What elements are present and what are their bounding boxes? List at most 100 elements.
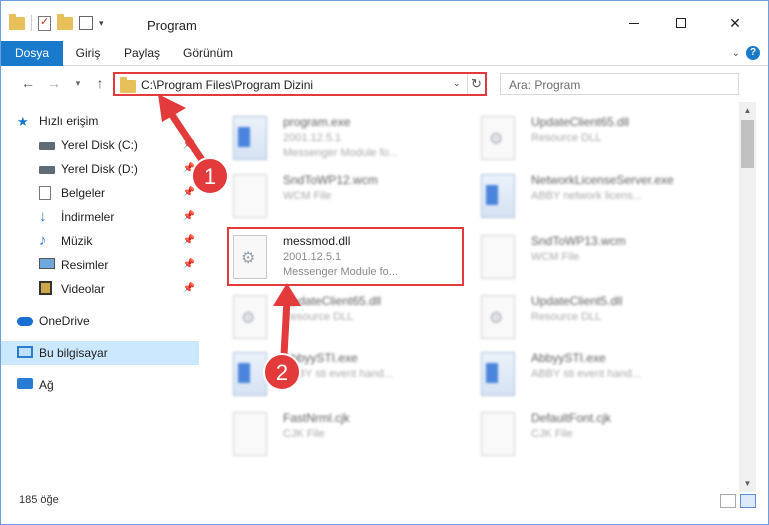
file-type: Resource DLL: [283, 311, 354, 323]
generic-file-icon: [233, 174, 267, 218]
file-name: UpdateClient65.dll: [531, 115, 630, 129]
navigation-pane: ★ Hızlı erişim Yerel Disk (C:) 📌 Yerel D…: [1, 102, 203, 492]
maximize-button[interactable]: [658, 9, 704, 37]
tab-share[interactable]: Paylaş: [115, 41, 169, 66]
large-icons-view-icon[interactable]: [740, 494, 756, 508]
music-icon: ♪: [39, 232, 47, 249]
sidebar-item-local-disk-c[interactable]: Yerel Disk (C:) 📌: [1, 133, 199, 157]
maximize-icon: [676, 18, 686, 28]
generic-file-icon: [481, 412, 515, 456]
highlight-box: [227, 227, 464, 286]
sidebar-item-local-disk-d[interactable]: Yerel Disk (D:) 📌: [1, 157, 199, 181]
file-description: Messenger Module fo...: [283, 147, 398, 159]
sidebar-item-label: Resimler: [61, 258, 109, 272]
file-tile[interactable]: DefaultFont.cjk CJK File: [475, 406, 723, 464]
toolbar-divider: [31, 15, 32, 31]
file-type: WCM File: [531, 251, 580, 263]
minimize-button[interactable]: [611, 9, 657, 37]
recent-locations-chevron-icon[interactable]: ▾: [69, 74, 87, 92]
network-icon: [17, 378, 33, 389]
pin-icon: 📌: [182, 139, 195, 150]
scroll-up-icon[interactable]: ▲: [739, 102, 756, 119]
dll-file-icon: [481, 295, 515, 339]
refresh-icon[interactable]: ↻: [467, 74, 485, 94]
file-tile[interactable]: AbbyySTI.exe ABBY sti event hand...: [227, 346, 475, 404]
drive-icon: [39, 166, 55, 174]
this-pc-icon: [17, 346, 33, 358]
file-tile[interactable]: UpdateClient5.dll Resource DLL: [475, 289, 723, 347]
file-tile[interactable]: AbbyySTI.exe ABBY sti event hand...: [475, 346, 723, 404]
pin-icon: 📌: [182, 235, 195, 246]
file-type: CJK File: [531, 428, 573, 440]
sidebar-item-this-pc[interactable]: Bu bilgisayar: [1, 341, 199, 365]
tab-view[interactable]: Görünüm: [173, 41, 243, 66]
file-description: ABBY sti event hand...: [283, 368, 393, 380]
pin-icon: 📌: [182, 211, 195, 222]
customize-icon[interactable]: [79, 16, 93, 30]
videos-icon: [39, 281, 52, 295]
sidebar-item-label: Yerel Disk (C:): [61, 138, 138, 152]
file-name: SndToWP13.wcm: [531, 234, 626, 248]
file-list: program.exe 2001.12.5.1 Messenger Module…: [205, 102, 739, 492]
sidebar-item-label: Hızlı erişim: [39, 114, 99, 128]
scrollbar-thumb[interactable]: [741, 120, 754, 168]
address-dropdown-icon[interactable]: ⌄: [453, 78, 461, 89]
help-icon[interactable]: ?: [746, 46, 760, 60]
search-input[interactable]: Ara: Program: [500, 73, 739, 95]
file-description: ABBY sti event hand...: [531, 368, 641, 380]
up-arrow-icon[interactable]: ↑: [91, 74, 109, 92]
ribbon-controls: ⌄ ?: [732, 46, 760, 60]
file-tile[interactable]: NetworkLicenseServer.exe ABBY network li…: [475, 168, 723, 226]
ribbon-tabs: Dosya Giriş Paylaş Görünüm ⌄ ?: [1, 41, 768, 66]
explorer-window: ▾ Program ✕ Dosya Giriş Paylaş Görünüm ⌄…: [0, 0, 769, 525]
sidebar-item-music[interactable]: ♪ Müzik 📌: [1, 229, 199, 253]
file-type: CJK File: [283, 428, 325, 440]
tab-home[interactable]: Giriş: [63, 41, 113, 66]
expand-ribbon-icon[interactable]: ⌄: [732, 48, 740, 59]
file-type: Resource DLL: [531, 132, 602, 144]
dll-file-icon: [481, 116, 515, 160]
sidebar-item-label: Videolar: [61, 282, 105, 296]
exe-file-icon: [233, 116, 267, 160]
file-name: SndToWP12.wcm: [283, 173, 378, 187]
vertical-scrollbar[interactable]: ▲ ▼: [739, 102, 756, 492]
generic-file-icon: [233, 412, 267, 456]
file-name: UpdateClient5.dll: [531, 294, 623, 308]
file-tile[interactable]: program.exe 2001.12.5.1 Messenger Module…: [227, 110, 475, 168]
file-tile[interactable]: SndToWP12.wcm WCM File: [227, 168, 475, 226]
file-tile[interactable]: FastNrml.cjk CJK File: [227, 406, 475, 464]
close-button[interactable]: ✕: [712, 9, 758, 37]
forward-arrow-icon[interactable]: →: [45, 74, 63, 92]
sidebar-item-network[interactable]: Ağ: [1, 373, 199, 397]
address-bar[interactable]: C:\Program Files\Program Dizini ⌄ ↻: [113, 72, 487, 96]
details-view-icon[interactable]: [720, 494, 736, 508]
file-tile[interactable]: UpdateClient65.dll Resource DLL: [475, 110, 723, 168]
address-path[interactable]: C:\Program Files\Program Dizini: [141, 78, 313, 92]
file-name: UpdateClient65.dll: [283, 294, 382, 308]
back-arrow-icon[interactable]: ←: [19, 74, 37, 92]
sidebar-item-onedrive[interactable]: OneDrive: [1, 309, 199, 333]
drive-icon: [39, 142, 55, 150]
item-count: 185 öğe: [19, 494, 59, 506]
chevron-down-icon[interactable]: ▾: [99, 18, 104, 29]
new-folder-icon[interactable]: [57, 13, 73, 30]
tab-file[interactable]: Dosya: [1, 41, 63, 66]
properties-check-icon[interactable]: [38, 15, 51, 31]
title-bar: ▾ Program ✕: [1, 1, 768, 39]
sidebar-item-videos[interactable]: Videolar 📌: [1, 277, 199, 301]
generic-file-icon: [481, 235, 515, 279]
sidebar-item-downloads[interactable]: ↓ İndirmeler 📌: [1, 205, 199, 229]
file-version: 2001.12.5.1: [283, 132, 342, 144]
sidebar-item-quick-access[interactable]: ★ Hızlı erişim: [1, 109, 199, 133]
file-name: DefaultFont.cjk: [531, 411, 612, 425]
file-tile[interactable]: SndToWP13.wcm WCM File: [475, 229, 723, 287]
file-type: WCM File: [283, 190, 332, 202]
sidebar-item-pictures[interactable]: Resimler 📌: [1, 253, 199, 277]
quick-access-toolbar: ▾: [9, 13, 104, 31]
file-name: FastNrml.cjk: [283, 411, 350, 425]
exe-file-icon: [481, 174, 515, 218]
sidebar-item-label: Belgeler: [61, 186, 106, 200]
file-tile[interactable]: UpdateClient65.dll Resource DLL: [227, 289, 475, 347]
sidebar-item-documents[interactable]: Belgeler 📌: [1, 181, 199, 205]
scroll-down-icon[interactable]: ▼: [739, 475, 756, 492]
